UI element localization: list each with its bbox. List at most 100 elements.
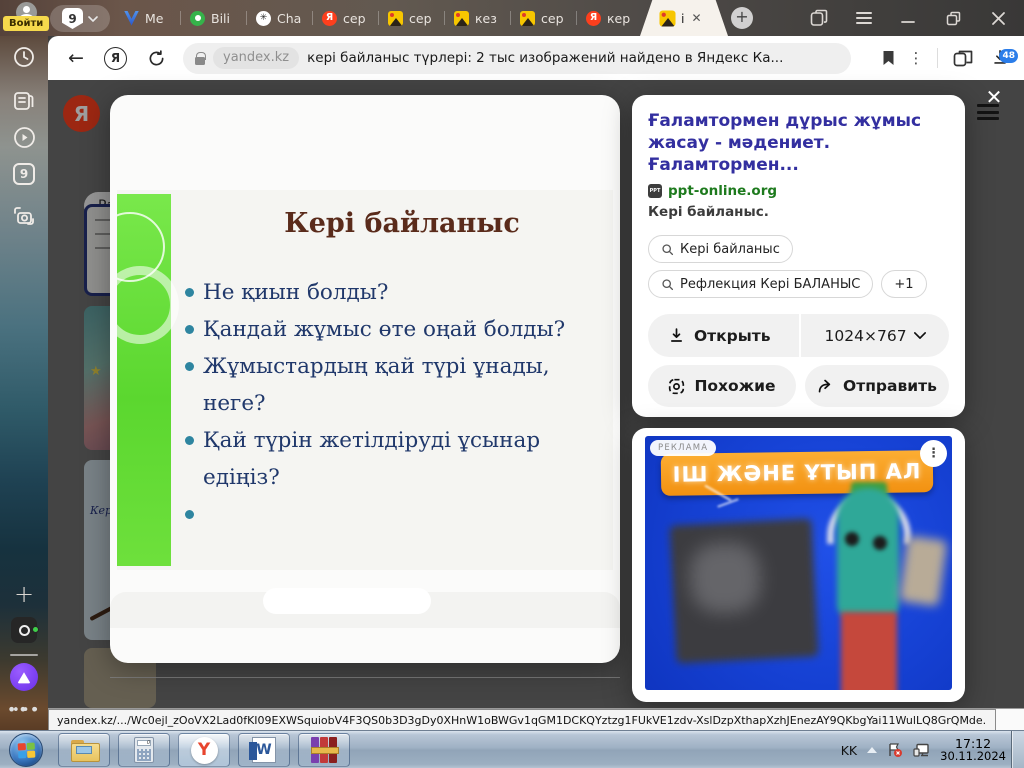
chatgpt-icon: ✳ [256,11,271,26]
history-sidebar-button[interactable] [0,46,48,68]
slide-green-strip [117,194,171,566]
similar-images-button[interactable]: Похожие [648,365,796,407]
ad-headline: ІШ ЖӘНЕ ҰТЫП АЛ [661,450,934,496]
chip-label: Рефлекция Кері БАЛАНЫС [680,277,860,292]
status-url: yandex.kz/.../Wc0ejl_zOoVX2Lad0fKI09EXWS… [57,714,986,727]
related-query-chip[interactable]: Кері байланыс [648,235,793,263]
tabs-sidebar-button[interactable]: 9 [0,163,48,185]
site-link[interactable]: ppt-online.org [668,183,777,199]
network-icon[interactable] [913,743,930,758]
browser-tab[interactable]: сер [378,0,444,36]
image-caption: Кері байланыс. [648,204,949,220]
ad-banner-image[interactable]: РЕКЛАМА ⋮ ІШ ЖӘНЕ ҰТЫП АЛ [645,436,952,690]
taskbar-winrar-button[interactable] [298,733,350,767]
more-chips-button[interactable]: +1 [881,270,926,298]
feed-sidebar-button[interactable] [0,89,48,111]
plus-icon: + [14,580,34,608]
share-button[interactable]: Отправить [805,365,949,407]
start-button[interactable] [9,733,43,767]
chevron-down-icon [914,332,926,339]
chevron-down-icon [88,16,98,22]
tab-counter[interactable]: 9 [50,5,110,32]
slide-bullet [182,496,584,533]
system-clock[interactable]: 17:12 30.11.2024 [940,737,1006,763]
show-desktop-button[interactable] [1011,731,1024,768]
browser-tab[interactable]: ✳Cha [246,0,312,36]
video-sidebar-button[interactable] [0,126,48,149]
open-image-button[interactable]: Открыть [648,314,799,357]
lock-icon [195,52,205,65]
new-tab-button[interactable]: + [731,7,753,29]
address-bar[interactable]: yandex.kz кері байланыс түрлері: 2 тыс и… [183,43,851,74]
status-more-icon: ••• [12,703,41,718]
login-button[interactable]: Войти [3,16,49,31]
close-window-button[interactable] [991,0,1006,36]
clock-date: 30.11.2024 [940,750,1006,763]
taskbar-word-button[interactable]: W [238,733,290,767]
images-icon [388,11,403,26]
tab-label: Ме [145,11,163,26]
tray-expand-icon[interactable] [867,747,877,753]
close-viewer-button[interactable]: ✕ [981,84,1007,110]
bookmark-button[interactable] [873,50,903,66]
yandex-icon: Я [322,11,337,26]
camera-icon [12,204,36,228]
related-query-chip[interactable]: Рефлекция Кері БАЛАНЫС [648,270,873,298]
status-bar: yandex.kz/.../Wc0ejl_zOoVX2Lad0fKI09EXWS… [48,708,1024,730]
extension-sidebar-button[interactable] [0,617,48,643]
minimize-button[interactable] [901,0,915,36]
side-panels-button[interactable] [810,0,828,36]
slide-bullet: Жұмыстардың қай түрі ұнады, неге? [182,348,584,422]
panels-icon [810,9,828,27]
browser-tab[interactable]: Ме [114,0,180,36]
browser-tab[interactable]: сер [510,0,576,36]
slide-bullet: Қай түрін жетілдіруді ұсынар едіңіз? [182,422,584,496]
extension-button[interactable] [946,49,980,67]
downloads-button[interactable]: 48 [980,49,1020,67]
browser-tab[interactable]: Ясер [312,0,378,36]
word-icon: W [252,737,276,763]
taskbar-yandex-button[interactable]: Y [178,733,230,767]
taskbar-calculator-button[interactable]: 0 [118,733,170,767]
ad-menu-button[interactable]: ⋮ [920,440,947,467]
next-section-card [110,592,620,628]
action-center-icon[interactable] [887,742,903,758]
image-viewer-card: Кері байланыс Не қиын болды?Қандай жұмыс… [110,95,620,663]
yandex-icon: Я [586,11,601,26]
active-tab[interactable]: і ✕ [640,0,728,36]
clock-icon [13,46,35,68]
domain-badge[interactable]: yandex.kz [213,47,299,69]
yandex-home-button[interactable]: Я [104,47,127,70]
browser-menu-button[interactable] [856,0,872,36]
tab-label: кез [475,11,497,26]
extension-icon [953,49,973,67]
bookmark-icon [882,50,895,66]
resolution-value: 1024×767 [825,327,907,345]
chip-label: Кері байланыс [680,242,780,257]
browser-tab[interactable]: Якер [576,0,642,36]
tab-label: і [681,11,684,26]
browser-tab[interactable]: кез [444,0,510,36]
screenshot-sidebar-button[interactable] [0,204,48,228]
viewed-image[interactable]: Кері байланыс Не қиын болды?Қандай жұмыс… [117,190,613,570]
browser-tab[interactable]: Bili [180,0,246,36]
slide-bullet: Не қиын болды? [182,274,584,311]
alice-sidebar-button[interactable] [0,663,48,691]
explorer-icon [71,740,98,760]
ad-tv-graphic [669,518,818,663]
feed-icon [13,89,35,111]
address-menu-button[interactable]: ⋮ [903,49,929,67]
back-button[interactable]: ← [62,47,90,69]
resolution-select[interactable]: 1024×767 [801,314,949,357]
close-tab-icon[interactable]: ✕ [691,11,701,25]
source-title-link[interactable]: Ғаламтормен дұрыс жұмыс жасау - мәдениет… [648,110,949,176]
language-indicator[interactable]: KK [841,743,857,758]
windows-logo-icon [17,742,35,758]
winrar-icon [311,737,337,763]
ad-phone-graphic [899,536,948,607]
taskbar-explorer-button[interactable] [58,733,110,767]
restore-button[interactable] [946,0,961,36]
reload-button[interactable] [143,50,169,67]
background-tabs: МеBili✳ChaЯсерсеркезсерЯкер [114,0,642,36]
add-sidebar-button[interactable]: + [0,580,48,608]
